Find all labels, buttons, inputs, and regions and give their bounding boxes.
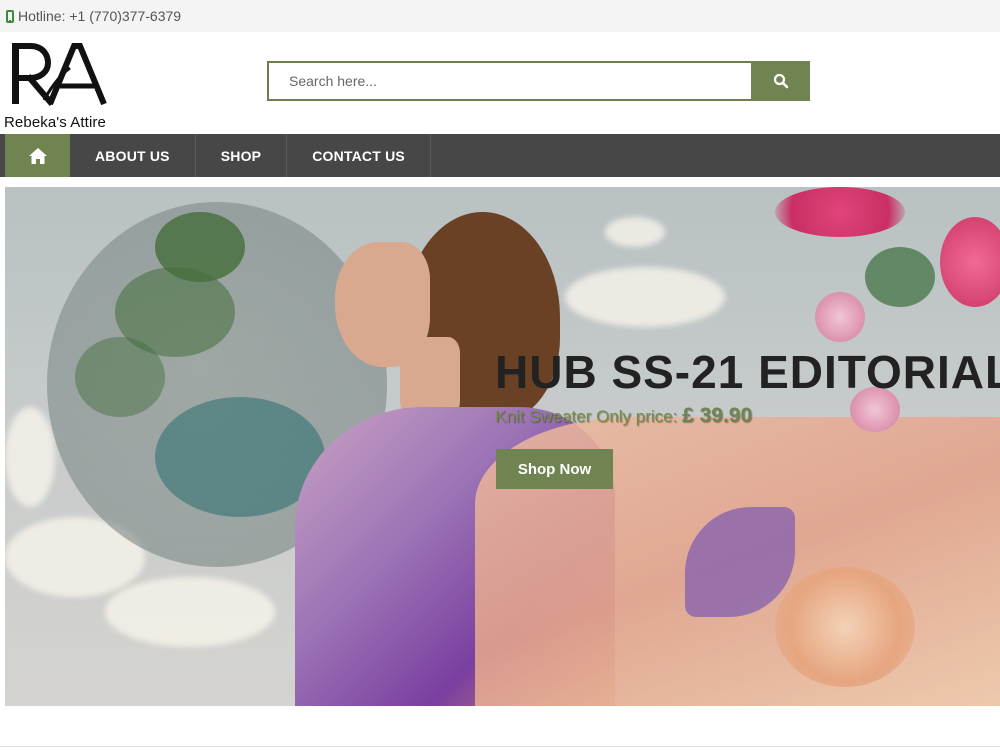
scarf-flower-pattern [775, 567, 915, 687]
shop-now-button[interactable]: Shop Now [496, 449, 613, 489]
search-button[interactable] [751, 61, 810, 101]
nav-item-shop[interactable]: SHOP [196, 134, 288, 177]
tree-artwork [75, 337, 165, 417]
brand-logo[interactable]: Rebeka's Attire [4, 42, 114, 131]
model-neck [400, 337, 460, 417]
search-icon [773, 73, 788, 89]
flower-decoration [815, 292, 865, 342]
cloud-decoration [5, 407, 55, 507]
hero-title: HUB SS-21 EDITORIAL [495, 346, 1000, 398]
search-input[interactable] [267, 61, 751, 101]
home-icon [28, 147, 47, 164]
header: Rebeka's Attire [0, 32, 1000, 134]
hero-price: £ 39.90 [682, 404, 753, 427]
cloud-decoration [565, 267, 725, 327]
hero-subtitle-text: Knit Sweater Only price: [495, 407, 678, 426]
cloud-decoration [605, 217, 665, 247]
home-button[interactable] [5, 134, 70, 177]
main-navigation: ABOUT US SHOP CONTACT US [0, 134, 1000, 177]
phone-icon [6, 9, 14, 23]
search-bar [267, 61, 810, 101]
monogram-logo-icon [12, 43, 107, 106]
brand-name: Rebeka's Attire [4, 114, 106, 131]
hotline-text: Hotline: +1 (770)377-6379 [18, 8, 182, 24]
cloud-decoration [105, 577, 275, 647]
nav-item-about-us[interactable]: ABOUT US [70, 134, 196, 177]
top-bar: Hotline: +1 (770)377-6379 [0, 0, 1000, 32]
nav-item-contact-us[interactable]: CONTACT US [287, 134, 431, 177]
hero-banner: HUB SS-21 EDITORIAL Knit Sweater Only pr… [5, 187, 1000, 706]
flower-decoration [775, 187, 905, 237]
hero-subtitle: Knit Sweater Only price: £ 39.90 [495, 404, 752, 428]
flower-decoration [940, 217, 1000, 307]
leaf-decoration [865, 247, 935, 307]
page-divider [0, 746, 1000, 747]
